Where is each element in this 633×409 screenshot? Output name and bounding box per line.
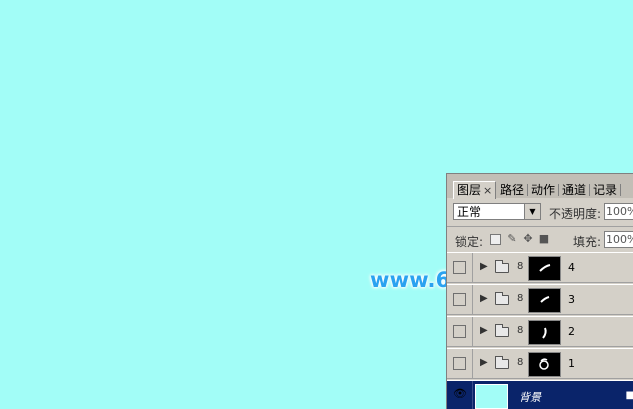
divider [472, 317, 473, 347]
layer-name: 3 [568, 293, 575, 306]
visibility-toggle[interactable] [453, 357, 466, 370]
layers-panel: 图层× 路径 动作 通道 记录 正常 ▼ 不透明度: 100% 锁定: ✎ ✥ … [446, 173, 633, 409]
layer-mask-thumbnail[interactable] [528, 352, 561, 377]
layer-row-selected[interactable]: 👁 背景 ■ [447, 380, 633, 409]
tab-divider [527, 184, 528, 196]
lock-label: 锁定: [455, 235, 484, 249]
visibility-toggle[interactable] [453, 293, 466, 306]
lock-icon: ■ [626, 390, 633, 401]
layer-row[interactable]: ▶ 8 4 [447, 252, 633, 283]
layer-name: 4 [568, 261, 575, 274]
tab-divider [620, 184, 621, 196]
tab-paths[interactable]: 路径 [500, 182, 524, 198]
blend-mode-value: 正常 [457, 205, 482, 219]
folder-icon [495, 324, 509, 337]
lock-transparency-icon[interactable] [490, 234, 501, 245]
folder-icon [495, 260, 509, 273]
layer-name: 1 [568, 357, 575, 370]
opacity-label: 不透明度: [549, 207, 602, 221]
layer-mask-thumbnail[interactable] [528, 288, 561, 313]
layer-row[interactable]: ▶ 8 1 [447, 348, 633, 379]
move-icon[interactable]: ✥ [522, 233, 534, 245]
divider [472, 253, 473, 283]
folder-icon [495, 356, 509, 369]
lock-icon[interactable]: ■ [538, 233, 550, 245]
link-icon[interactable]: 8 [517, 293, 523, 304]
divider [472, 349, 473, 379]
blend-mode-select[interactable]: 正常 ▼ [453, 203, 541, 220]
folder-icon [495, 292, 509, 305]
eye-icon[interactable]: 👁 [453, 388, 467, 399]
divider [447, 226, 633, 227]
link-icon[interactable]: 8 [517, 261, 523, 272]
lock-row: 锁定: ✎ ✥ ■ 填充: 100% [447, 228, 633, 252]
layer-thumbnail[interactable] [475, 384, 508, 409]
tab-actions[interactable]: 动作 [531, 182, 555, 198]
divider [472, 381, 473, 409]
link-icon[interactable]: 8 [517, 357, 523, 368]
expand-arrow-icon[interactable]: ▶ [480, 261, 488, 272]
layer-name: 背景 [519, 391, 541, 404]
tab-channels[interactable]: 通道 [562, 182, 586, 198]
chevron-down-icon[interactable]: ▼ [524, 204, 540, 219]
divider [472, 285, 473, 315]
layer-name: 2 [568, 325, 575, 338]
tab-layers-label: 图层 [457, 183, 482, 197]
tab-history[interactable]: 记录 [593, 182, 617, 198]
brush-icon[interactable]: ✎ [506, 233, 518, 245]
tab-divider [558, 184, 559, 196]
mask-shape-icon [539, 264, 551, 272]
fill-input[interactable]: 100% [604, 231, 633, 248]
expand-arrow-icon[interactable]: ▶ [480, 325, 488, 336]
layer-row[interactable]: ▶ 8 3 [447, 284, 633, 315]
link-icon[interactable]: 8 [517, 325, 523, 336]
visibility-toggle[interactable] [453, 325, 466, 338]
expand-arrow-icon[interactable]: ▶ [480, 293, 488, 304]
mask-shape-icon [540, 296, 550, 303]
layer-row[interactable]: ▶ 8 2 [447, 316, 633, 347]
panel-tabs: 图层 × 路径 动作 通道 记录 [447, 174, 633, 199]
expand-arrow-icon[interactable]: ▶ [480, 357, 488, 368]
mask-shape-icon [542, 327, 547, 339]
tab-divider [589, 184, 590, 196]
layer-mask-thumbnail[interactable] [528, 320, 561, 345]
fill-label: 填充: [573, 235, 602, 249]
mask-shape-icon [539, 358, 549, 370]
opacity-input[interactable]: 100% [604, 203, 633, 220]
layer-mask-thumbnail[interactable] [528, 256, 561, 281]
close-icon[interactable]: × [483, 184, 492, 197]
visibility-toggle[interactable] [453, 261, 466, 274]
tab-layers[interactable]: 图层 × [453, 181, 497, 199]
blend-row: 正常 ▼ 不透明度: 100% [447, 199, 633, 225]
